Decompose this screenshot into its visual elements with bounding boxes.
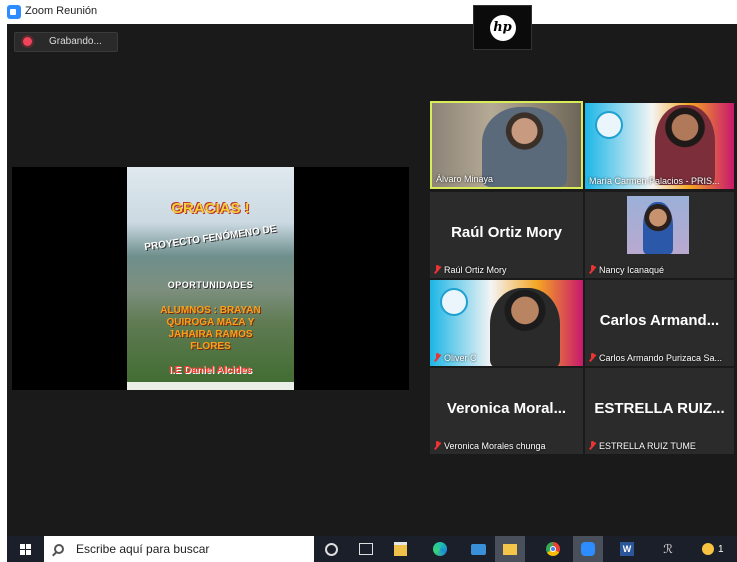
slide-school: I.E Daniel Alcides [169,365,252,376]
task-view-button[interactable] [353,536,379,562]
zoom-app-icon [7,5,21,19]
participant-big-name: Raúl Ortiz Mory [451,224,562,241]
record-icon [23,37,32,46]
muted-mic-icon [589,353,596,362]
slide-subtitle: OPORTUNIDADES [167,280,254,290]
taskbar-search[interactable]: Escribe aquí para buscar [44,536,314,562]
word-icon: W [620,542,634,556]
recording-indicator[interactable]: Grabando... [14,32,118,52]
chrome-icon [546,542,560,556]
people-icon: ℛ [663,542,673,556]
school-logo-icon [440,288,468,316]
window-title: Zoom Reunión [25,5,98,17]
participant-video [627,196,689,254]
windows-taskbar: Escribe aquí para buscar W ℛ 1 [7,536,737,562]
participant-name-label: Raúl Ortiz Mory [434,265,507,275]
chrome-button[interactable] [540,536,566,562]
search-placeholder: Escribe aquí para buscar [76,542,210,556]
muted-mic-icon [589,265,596,274]
participant-name-label: Oliver C [434,353,477,363]
participant-tile[interactable]: María Carmen Palacios - PRIS... [585,103,734,189]
participant-figure [643,202,673,254]
mail-button[interactable] [465,536,491,562]
participant-name: María Carmen Palacios - PRIS... [589,176,720,186]
weather-icon [702,543,714,555]
muted-mic-icon [434,441,441,450]
folder-icon [503,543,517,555]
participant-tile[interactable]: Veronica Moral... Veronica Morales chung… [430,368,583,454]
store-icon [393,542,407,556]
slide-player-bar [127,382,294,390]
slide-title: GRACIAS ! [171,200,250,217]
participant-tile[interactable]: ESTRELLA RUIZ... ESTRELLA RUIZ TUME [585,368,734,454]
students-line: QUIROGA MAZA Y [166,317,255,328]
students-line: JAHAIRA RAMOS [168,329,253,340]
hp-logo-overlay: hp [473,5,532,50]
participant-video [655,105,715,185]
participant-tile[interactable]: Álvaro Minaya [430,101,583,189]
participant-big-name: ESTRELLA RUIZ... [594,400,725,417]
participant-video [490,288,560,366]
recording-label: Grabando... [49,36,102,47]
participant-name: Oliver C [444,353,477,363]
people-button[interactable]: ℛ [655,536,681,562]
students-line: FLORES [190,341,231,352]
participant-tile[interactable]: Raúl Ortiz Mory Raúl Ortiz Mory [430,192,583,278]
title-bar: Zoom Reunión [0,0,737,24]
participant-tile[interactable]: Carlos Armand... Carlos Armando Purizaca… [585,280,734,366]
muted-mic-icon [434,353,441,362]
participant-big-name: Veronica Moral... [446,400,567,417]
edge-icon [433,542,447,556]
slide-project: PROYECTO FENÓMENO DE [143,223,278,254]
participant-name: Carlos Armando Purizaca Sa... [599,353,723,363]
participant-name-label: ESTRELLA RUIZ TUME [589,441,696,451]
muted-mic-icon [434,265,441,274]
muted-mic-icon [589,441,596,450]
weather-value: 1 [718,543,724,555]
participant-video [482,107,567,187]
word-button[interactable]: W [614,536,640,562]
participant-name: ESTRELLA RUIZ TUME [599,441,696,451]
participant-name: Veronica Morales chunga [444,441,546,451]
participant-name-label: Nancy Icanaqué [589,265,664,275]
hp-logo-icon: hp [489,14,516,41]
participant-tile[interactable]: Oliver C [430,280,583,366]
store-button[interactable] [387,536,413,562]
screen-share[interactable]: GRACIAS ! PROYECTO FENÓMENO DE OPORTUNID… [12,167,409,390]
mail-icon [470,543,486,555]
participant-name: Álvaro Minaya [436,174,494,184]
task-view-icon [359,543,373,555]
start-button[interactable] [7,536,43,562]
students-line: ALUMNOS : BRAYAN [160,305,261,316]
slide-students: ALUMNOS : BRAYAN QUIROGA MAZA Y JAHAIRA … [127,305,294,353]
school-logo-icon [595,111,623,139]
file-explorer-button[interactable] [495,536,525,562]
participant-big-name: Carlos Armand... [599,312,720,329]
participant-name: Nancy Icanaqué [599,265,665,275]
participant-name-label: Veronica Morales chunga [434,441,546,451]
search-icon [54,544,64,554]
participant-name: Raúl Ortiz Mory [444,265,507,275]
cortana-icon [324,542,338,556]
shared-slide: GRACIAS ! PROYECTO FENÓMENO DE OPORTUNID… [127,167,294,390]
windows-icon [19,543,31,555]
weather-widget[interactable]: 1 [702,536,737,562]
participant-tile[interactable]: Nancy Icanaqué [585,192,734,278]
zoom-icon [581,542,595,556]
cortana-button[interactable] [318,536,344,562]
zoom-taskbar-button[interactable] [573,536,603,562]
participant-name-label: Carlos Armando Purizaca Sa... [589,353,722,363]
edge-button[interactable] [427,536,453,562]
